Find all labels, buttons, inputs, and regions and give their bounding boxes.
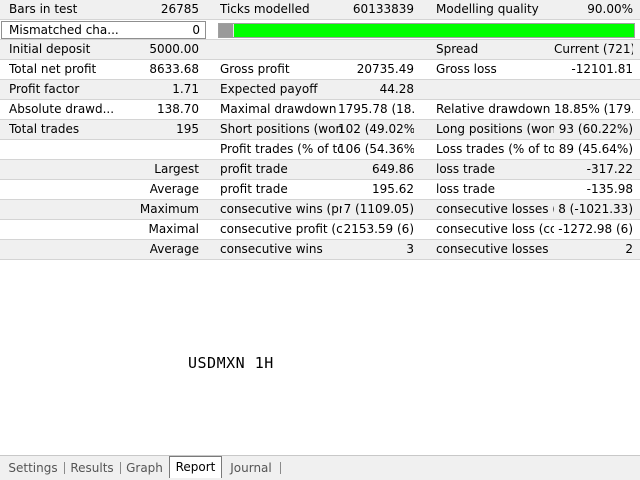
total-net-profit-label: Total net profit: [9, 62, 97, 76]
bars-in-test-label: Bars in test: [9, 2, 78, 16]
average-consecutive-wins-value: 3: [406, 242, 414, 256]
relative-drawdown-label: Relative drawdown: [436, 102, 551, 116]
consecutive-wins-label: consecutive wins (pr...: [220, 202, 342, 216]
largest-profit-trade-value: 649.86: [372, 162, 414, 176]
largest-loss-trade-value: -317.22: [586, 162, 633, 176]
average-consecutive-wins-label: consecutive wins: [220, 242, 323, 256]
report-row-net-profit: Total net profit 8633.68 Gross profit 20…: [0, 60, 640, 80]
report-row-average: Average profit trade 195.62 loss trade -…: [0, 180, 640, 200]
total-trades-value: 195: [176, 122, 199, 136]
gross-loss-value: -12101.81: [571, 62, 633, 76]
long-positions-label: Long positions (won...: [436, 122, 554, 136]
report-table: Bars in test 26785 Ticks modelled 601338…: [0, 0, 640, 260]
gross-profit-value: 20735.49: [356, 62, 414, 76]
average-loss-trade-value: -135.98: [586, 182, 633, 196]
gross-profit-label: Gross profit: [220, 62, 290, 76]
initial-deposit-label: Initial deposit: [9, 42, 91, 56]
profit-trades-label: Profit trades (% of tot...: [220, 142, 342, 156]
symbol-timeframe-label: USDMXN 1H: [188, 354, 274, 372]
tab-report[interactable]: Report: [169, 456, 222, 478]
tab-separator: [280, 462, 281, 474]
report-row-average-consecutive: Average consecutive wins 3 consecutive l…: [0, 240, 640, 260]
tab-settings[interactable]: Settings: [4, 459, 62, 477]
largest-profit-trade-label: profit trade: [220, 162, 288, 176]
mismatched-charts-value: 0: [192, 23, 200, 37]
tester-tab-bar: Settings Results Graph Report Journal: [0, 455, 640, 480]
maximum-label: Maximum: [139, 202, 199, 216]
modelling-quality-label: Modelling quality: [436, 2, 539, 16]
long-positions-value: 93 (60.22%): [558, 122, 633, 136]
average-consecutive-losses-value: 2: [625, 242, 633, 256]
consecutive-wins-value: 7 (1109.05): [343, 202, 414, 216]
report-row-largest: Largest profit trade 649.86 loss trade -…: [0, 160, 640, 180]
loss-trades-value: 89 (45.64%): [558, 142, 633, 156]
ticks-modelled-label: Ticks modelled: [220, 2, 310, 16]
modelling-quality-value: 90.00%: [587, 2, 633, 16]
report-row-total-trades: Total trades 195 Short positions (won...…: [0, 120, 640, 140]
tab-results[interactable]: Results: [66, 459, 118, 477]
relative-drawdown-value: 18.85% (179...: [554, 102, 633, 116]
ticks-modelled-value: 60133839: [352, 2, 414, 16]
tab-separator: [64, 462, 65, 474]
modelling-quality-bar-fill: [234, 24, 634, 37]
average-consecutive-label: Average: [149, 242, 199, 256]
largest-loss-trade-label: loss trade: [436, 162, 495, 176]
tab-separator: [120, 462, 121, 474]
spread-value: Current (721): [554, 42, 633, 56]
initial-deposit-value: 5000.00: [149, 42, 199, 56]
mismatched-charts-box: Mismatched cha... 0: [1, 21, 206, 39]
consecutive-loss-value: -1272.98 (6): [558, 222, 633, 236]
average-profit-trade-value: 195.62: [372, 182, 414, 196]
report-blank-area: [0, 265, 640, 455]
tab-graph[interactable]: Graph: [122, 459, 167, 477]
average-profit-trade-label: profit trade: [220, 182, 288, 196]
total-trades-label: Total trades: [9, 122, 80, 136]
expected-payoff-label: Expected payoff: [220, 82, 318, 96]
report-row-mismatch: Mismatched cha... 0: [0, 20, 640, 40]
absolute-drawdown-label: Absolute drawd...: [9, 102, 114, 116]
maximal-drawdown-value: 1795.78 (18...: [338, 102, 414, 116]
consecutive-loss-label: consecutive loss (cou...: [436, 222, 554, 236]
profit-factor-label: Profit factor: [9, 82, 80, 96]
report-row-profit-loss-trades: Profit trades (% of tot... 106 (54.36%) …: [0, 140, 640, 160]
consecutive-losses-label: consecutive losses (l...: [436, 202, 554, 216]
modelling-quality-bar-start: [219, 24, 233, 37]
average-consecutive-losses-label: consecutive losses: [436, 242, 549, 256]
average-label: Average: [149, 182, 199, 196]
report-row-maximum: Maximum consecutive wins (pr... 7 (1109.…: [0, 200, 640, 220]
profit-trades-value: 106 (54.36%): [338, 142, 414, 156]
modelling-quality-bar: [218, 23, 635, 38]
mismatched-charts-label: Mismatched cha...: [9, 23, 119, 37]
short-positions-label: Short positions (won...: [220, 122, 342, 136]
consecutive-losses-value: 8 (-1021.33): [558, 202, 633, 216]
largest-label: Largest: [154, 162, 199, 176]
gross-loss-label: Gross loss: [436, 62, 497, 76]
average-loss-trade-label: loss trade: [436, 182, 495, 196]
report-row-maximal: Maximal consecutive profit (c... 2153.59…: [0, 220, 640, 240]
report-row-drawdown: Absolute drawd... 138.70 Maximal drawdow…: [0, 100, 640, 120]
maximal-drawdown-label: Maximal drawdown: [220, 102, 337, 116]
report-row-bars: Bars in test 26785 Ticks modelled 601338…: [0, 0, 640, 20]
absolute-drawdown-value: 138.70: [157, 102, 199, 116]
bars-in-test-value: 26785: [160, 2, 199, 16]
total-net-profit-value: 8633.68: [149, 62, 199, 76]
maximal-label: Maximal: [148, 222, 199, 236]
report-row-profit-factor: Profit factor 1.71 Expected payoff 44.28: [0, 80, 640, 100]
report-row-deposit: Initial deposit 5000.00 Spread Current (…: [0, 40, 640, 60]
spread-label: Spread: [436, 42, 479, 56]
profit-factor-value: 1.71: [172, 82, 199, 96]
consecutive-profit-value: 2153.59 (6): [343, 222, 414, 236]
tab-journal[interactable]: Journal: [225, 459, 277, 477]
short-positions-value: 102 (49.02%): [338, 122, 414, 136]
expected-payoff-value: 44.28: [379, 82, 414, 96]
consecutive-profit-label: consecutive profit (c...: [220, 222, 342, 236]
loss-trades-label: Loss trades (% of total): [436, 142, 554, 156]
